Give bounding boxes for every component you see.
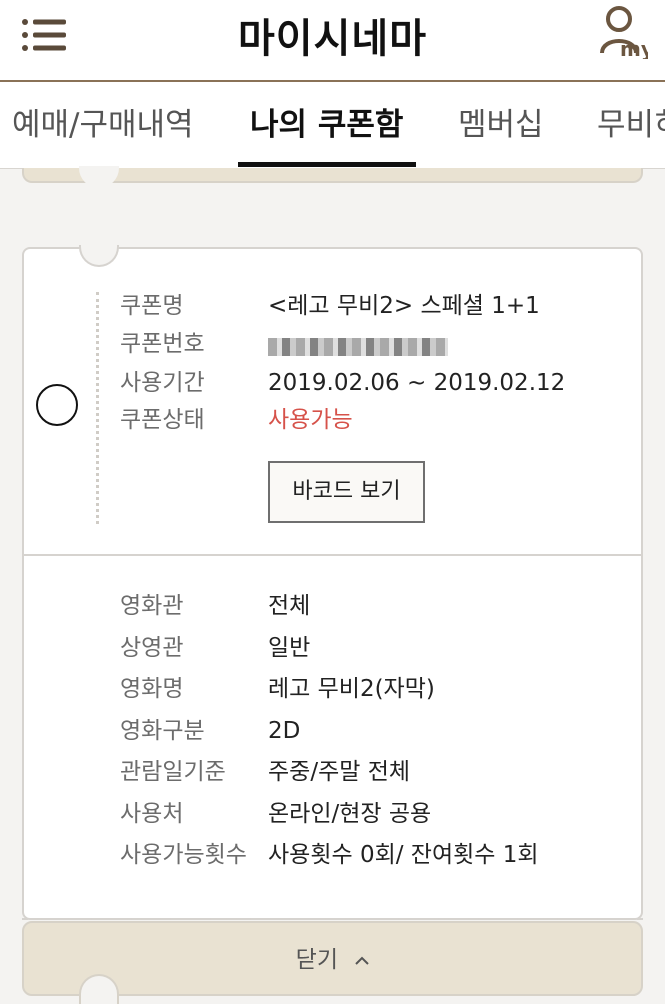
top-bar: 마이시네마 my — [0, 0, 665, 82]
card-divider — [22, 554, 643, 556]
active-tab-indicator — [238, 162, 416, 167]
detail-label: 영화구분 — [120, 718, 205, 744]
coupon-status-badge: 사용가능 — [268, 407, 353, 433]
page-title: 마이시네마 — [238, 16, 427, 62]
tab-my-coupons[interactable]: 나의 쿠폰함 — [250, 82, 403, 168]
user-icon[interactable]: my — [598, 5, 648, 59]
coupon-name-value: <레고 무비2> 스페셜 1+1 — [268, 293, 540, 319]
detail-value: 주중/주말 전체 — [268, 759, 411, 785]
chevron-up-icon — [355, 956, 370, 965]
coupon-name-label: 쿠폰명 — [120, 293, 184, 319]
tab-booking-history[interactable]: 예매/구매내역 — [12, 82, 194, 168]
card-dashed-edge — [22, 918, 643, 920]
coupon-select-radio[interactable] — [36, 384, 78, 426]
coupon-status-label: 쿠폰상태 — [120, 407, 205, 433]
ticket-notch — [79, 166, 119, 188]
detail-value: 일반 — [268, 635, 311, 661]
detail-label: 영화명 — [120, 676, 184, 702]
detail-value: 전체 — [268, 593, 311, 619]
detail-label: 관람일기준 — [120, 759, 226, 785]
coupon-number-label: 쿠폰번호 — [120, 331, 205, 357]
tab-movie-more[interactable]: 무비히 — [597, 82, 665, 168]
detail-value: 사용횟수 0회/ 잔여횟수 1회 — [268, 842, 539, 868]
close-label: 닫기 — [295, 947, 338, 973]
detail-label: 사용가능횟수 — [120, 842, 247, 868]
tab-membership[interactable]: 멤버십 — [458, 82, 544, 168]
detail-value: 온라인/현장 공용 — [268, 801, 432, 827]
detail-value: 레고 무비2(자막) — [268, 676, 435, 702]
detail-label: 사용처 — [120, 801, 184, 827]
my-label: my — [620, 37, 648, 59]
coupon-period-value: 2019.02.06 ~ 2019.02.12 — [268, 370, 566, 396]
view-barcode-button[interactable]: 바코드 보기 — [268, 461, 425, 523]
detail-value: 2D — [268, 718, 301, 744]
detail-label: 영화관 — [120, 593, 184, 619]
perforation-line — [96, 292, 99, 524]
tab-bar: 예매/구매내역 나의 쿠폰함 멤버십 무비히 — [0, 82, 665, 169]
detail-label: 상영관 — [120, 635, 184, 661]
coupon-period-label: 사용기간 — [120, 370, 205, 396]
coupon-number-masked — [268, 338, 448, 356]
